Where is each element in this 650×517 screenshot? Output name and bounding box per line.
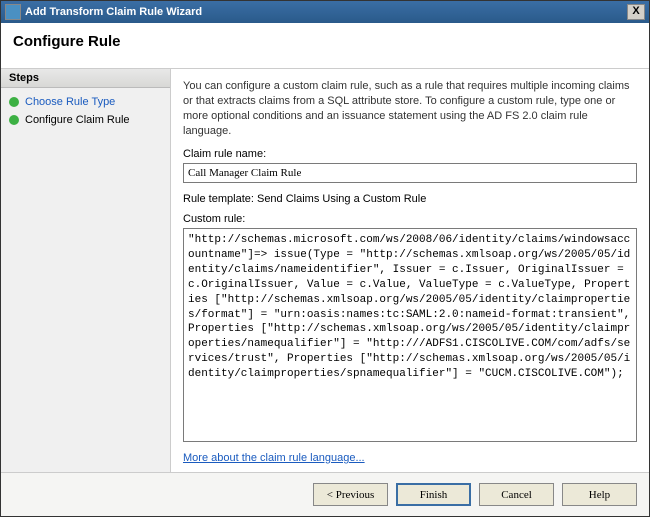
app-icon	[5, 4, 21, 20]
main-content: You can configure a custom claim rule, s…	[171, 69, 649, 472]
step-status-icon	[9, 97, 19, 107]
previous-button[interactable]: < Previous	[313, 483, 388, 506]
step-status-icon	[9, 115, 19, 125]
wizard-window: Add Transform Claim Rule Wizard X Config…	[0, 0, 650, 517]
window-title: Add Transform Claim Rule Wizard	[25, 6, 202, 18]
steps-sidebar: Steps Choose Rule Type Configure Claim R…	[1, 69, 171, 472]
page-title: Configure Rule	[13, 33, 637, 50]
step-label: Choose Rule Type	[25, 96, 115, 108]
page-header: Configure Rule	[1, 23, 649, 69]
rule-template-label: Rule template: Send Claims Using a Custo…	[183, 193, 637, 205]
help-button[interactable]: Help	[562, 483, 637, 506]
steps-heading: Steps	[1, 69, 170, 88]
cancel-button[interactable]: Cancel	[479, 483, 554, 506]
claim-rule-name-input[interactable]	[183, 163, 637, 183]
claim-rule-name-label: Claim rule name:	[183, 148, 637, 160]
title-bar: Add Transform Claim Rule Wizard X	[1, 1, 649, 23]
step-label: Configure Claim Rule	[25, 114, 130, 126]
close-button[interactable]: X	[627, 4, 645, 20]
claim-language-help-link[interactable]: More about the claim rule language...	[183, 452, 637, 464]
button-bar: < Previous Finish Cancel Help	[1, 472, 649, 516]
description-text: You can configure a custom claim rule, s…	[183, 79, 637, 138]
finish-button[interactable]: Finish	[396, 483, 471, 506]
step-choose-rule-type[interactable]: Choose Rule Type	[7, 94, 164, 110]
step-configure-claim-rule[interactable]: Configure Claim Rule	[7, 112, 164, 128]
custom-rule-textarea[interactable]	[183, 228, 637, 442]
custom-rule-label: Custom rule:	[183, 213, 637, 225]
